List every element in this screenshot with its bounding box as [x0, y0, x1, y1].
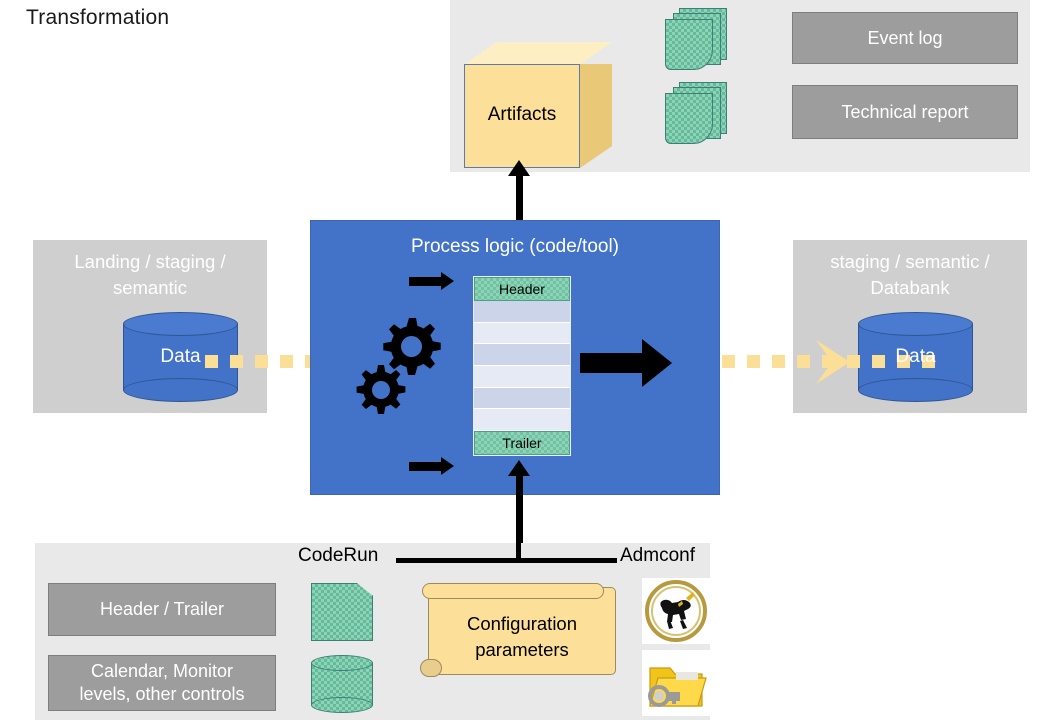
- target-data-cylinder: Data: [858, 312, 973, 402]
- table-row: [474, 344, 570, 367]
- source-caption-line-1: Landing / staging /: [74, 251, 226, 272]
- artifacts-label: Artifacts: [487, 104, 557, 125]
- source-zone-panel: Landing / staging / semantic Data: [33, 240, 267, 413]
- cube-side-face: [580, 64, 612, 168]
- connector-line-horizontal: [396, 558, 617, 563]
- arrow-right-header-icon: [409, 272, 454, 290]
- data-file-structure: Header Trailer: [473, 276, 571, 456]
- connector-line-vertical: [516, 522, 521, 562]
- database-cylinder-icon: [311, 655, 373, 713]
- kerberos-seal-icon: [642, 578, 710, 644]
- source-caption-line-2: semantic: [112, 277, 188, 298]
- table-row: [474, 409, 570, 432]
- header-trailer-label: Header / Trailer: [99, 599, 225, 619]
- technical-report-box[interactable]: Technical report: [792, 85, 1018, 139]
- arrow-right-trailer-icon: [409, 457, 454, 475]
- table-trailer-label: Trailer: [502, 435, 542, 451]
- header-trailer-box[interactable]: Header / Trailer: [48, 583, 276, 636]
- target-zone-caption: staging / semantic / Databank: [793, 249, 1027, 301]
- event-log-box[interactable]: Event log: [792, 12, 1018, 64]
- target-caption-line-1: staging / semantic /: [830, 251, 990, 272]
- table-header-label: Header: [499, 281, 545, 297]
- arrow-right-output-icon: [580, 339, 672, 387]
- source-data-label: Data: [160, 346, 201, 367]
- target-data-label: Data: [895, 346, 936, 367]
- locked-folder-icon: [642, 650, 710, 716]
- table-row: [474, 366, 570, 388]
- controls-box[interactable]: Calendar, Monitor levels, other controls: [48, 655, 276, 711]
- table-row: [474, 387, 570, 410]
- technical-report-label: Technical report: [841, 101, 969, 122]
- table-row: [474, 301, 570, 323]
- coderun-label: CodeRun: [298, 545, 379, 566]
- document-icon: [311, 583, 373, 641]
- cube-top-face: [464, 42, 612, 65]
- source-data-cylinder: Data: [123, 312, 238, 402]
- page-title: Transformation: [26, 6, 170, 29]
- target-caption-line-2: Databank: [870, 277, 950, 298]
- artifacts-cube: Artifacts: [464, 42, 612, 168]
- event-log-label: Event log: [867, 27, 943, 48]
- table-header-band: Header: [474, 277, 570, 301]
- config-label-line-1: Configuration: [466, 613, 578, 634]
- table-trailer-band: Trailer: [474, 431, 570, 455]
- process-logic-title: Process logic (code/tool): [410, 236, 620, 257]
- config-label-line-2: parameters: [475, 639, 569, 660]
- controls-label-line-2: levels, other controls: [79, 684, 245, 704]
- document-stack-icon: [665, 82, 727, 144]
- source-zone-caption: Landing / staging / semantic: [33, 249, 267, 301]
- document-stack-icon: [665, 8, 727, 70]
- configuration-parameters-scroll: Configuration parameters: [420, 583, 616, 681]
- gears-icon: [356, 318, 441, 414]
- table-row: [474, 322, 570, 345]
- config-parameters-label: Configuration parameters: [428, 611, 616, 663]
- table-rows: [474, 301, 570, 432]
- controls-label-line-1: Calendar, Monitor: [90, 661, 234, 681]
- admconf-label: Admconf: [620, 545, 695, 566]
